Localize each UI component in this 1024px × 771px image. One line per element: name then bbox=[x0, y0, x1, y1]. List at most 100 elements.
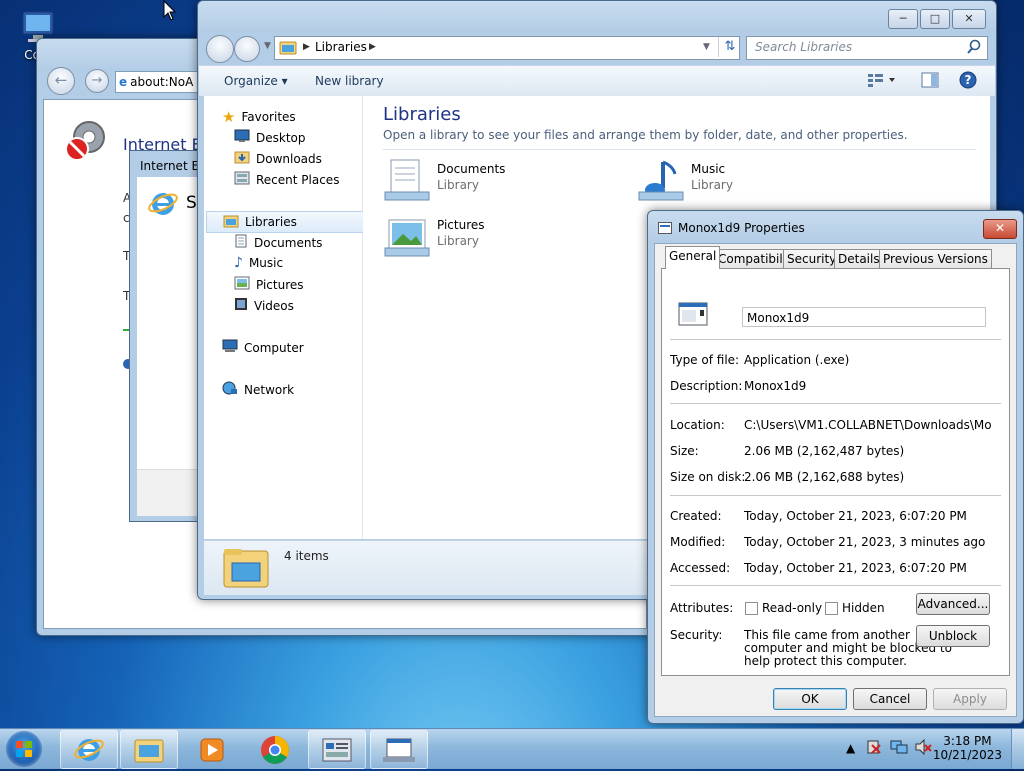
back-button[interactable] bbox=[206, 35, 234, 63]
recent-places-icon bbox=[234, 171, 250, 188]
size-value: 2.06 MB (2,162,487 bytes) bbox=[744, 444, 905, 458]
apply-button[interactable]: Apply bbox=[933, 688, 1007, 710]
cancel-button[interactable]: Cancel bbox=[853, 688, 927, 710]
taskbar-ie-button[interactable] bbox=[60, 730, 118, 769]
preview-pane-icon[interactable] bbox=[921, 72, 939, 91]
help-icon[interactable]: ? bbox=[959, 71, 977, 92]
nav-downloads[interactable]: Downloads bbox=[234, 150, 322, 167]
tab-details[interactable]: Details bbox=[834, 249, 884, 268]
breadcrumb-libraries[interactable]: Libraries bbox=[315, 40, 367, 54]
tab-security[interactable]: Security bbox=[783, 249, 841, 268]
breadcrumb-chevron-icon[interactable]: ▶ bbox=[303, 42, 310, 52]
nav-network[interactable]: Network bbox=[222, 381, 294, 398]
chrome-icon bbox=[261, 736, 289, 764]
location-value: C:\Users\VM1.COLLABNET\Downloads\Monoxid… bbox=[744, 418, 992, 432]
nav-libraries[interactable]: Libraries bbox=[206, 211, 374, 233]
maximize-button[interactable]: □ bbox=[920, 9, 950, 29]
taskbar-explorer-button[interactable] bbox=[120, 730, 178, 769]
content-subtitle: Open a library to see your files and arr… bbox=[383, 128, 908, 142]
address-bar[interactable]: ▶ Libraries ▶ ▼ bbox=[274, 36, 740, 60]
star-icon: ★ bbox=[222, 108, 236, 126]
general-tab-page: Monox1d9 Type of file: Application (.exe… bbox=[661, 268, 1010, 676]
unblock-button[interactable]: Unblock bbox=[916, 625, 990, 647]
search-icon[interactable] bbox=[967, 39, 981, 58]
security-text-line: help protect this computer. bbox=[744, 654, 907, 668]
start-button[interactable] bbox=[6, 731, 42, 767]
properties-dialog[interactable]: Monox1d9 Properties ✕ General Compatibil… bbox=[647, 210, 1024, 724]
show-desktop-button[interactable] bbox=[1011, 729, 1024, 769]
library-item-documents[interactable]: Documents Library bbox=[383, 158, 623, 206]
type-label: Type of file: bbox=[670, 353, 740, 367]
ie-small-icon: e bbox=[119, 75, 128, 89]
nav-music[interactable]: ♪ Music bbox=[234, 255, 283, 271]
show-hidden-icons-icon[interactable]: ▲ bbox=[846, 741, 855, 755]
refresh-icon[interactable]: ⇅ bbox=[718, 37, 741, 57]
nav-documents[interactable]: Documents bbox=[234, 234, 322, 251]
music-icon: ♪ bbox=[234, 255, 243, 271]
nav-label: Pictures bbox=[256, 277, 304, 292]
nav-recent-places[interactable]: Recent Places bbox=[234, 171, 339, 188]
libraries-icon bbox=[223, 214, 239, 231]
search-input[interactable]: Search Libraries bbox=[746, 36, 988, 60]
description-label: Description: bbox=[670, 379, 743, 393]
content-title: Libraries bbox=[383, 104, 461, 125]
ie-logo-icon bbox=[147, 187, 179, 222]
modified-value: Today, October 21, 2023, 3 minutes ago bbox=[744, 535, 986, 549]
hidden-checkbox[interactable] bbox=[825, 602, 838, 615]
libraries-large-icon bbox=[222, 545, 270, 592]
tab-general[interactable]: General bbox=[665, 246, 721, 269]
ie-forward-button[interactable]: → bbox=[85, 69, 109, 93]
library-type: Library bbox=[437, 234, 479, 248]
ie-address-bar[interactable]: e about:NoA bbox=[115, 71, 207, 93]
computer-icon bbox=[222, 339, 238, 356]
readonly-label[interactable]: Read-only bbox=[762, 601, 822, 615]
settings-blocked-icon bbox=[63, 117, 109, 166]
close-button[interactable]: ✕ bbox=[983, 219, 1017, 239]
nav-label: Recent Places bbox=[256, 172, 340, 187]
readonly-checkbox[interactable] bbox=[745, 602, 758, 615]
nav-computer[interactable]: Computer bbox=[222, 339, 304, 356]
taskbar-control-panel-button[interactable] bbox=[308, 730, 366, 769]
breadcrumb-chevron-icon[interactable]: ▶ bbox=[369, 42, 376, 52]
hidden-label[interactable]: Hidden bbox=[842, 601, 885, 615]
type-value: Application (.exe) bbox=[744, 353, 850, 367]
advanced-button[interactable]: Advanced... bbox=[916, 593, 990, 615]
nav-label: Libraries bbox=[245, 215, 297, 229]
taskbar-properties-button[interactable] bbox=[370, 730, 428, 769]
nav-videos[interactable]: Videos bbox=[234, 297, 294, 314]
volume-muted-icon[interactable] bbox=[914, 738, 932, 758]
nav-pictures[interactable]: Pictures bbox=[234, 276, 304, 293]
ie-address-text: about:NoA bbox=[130, 75, 194, 89]
accessed-label: Accessed: bbox=[670, 561, 731, 575]
security-text-line: This file came from another bbox=[744, 628, 910, 642]
library-item-music[interactable]: Music Library bbox=[637, 158, 877, 206]
nav-favorites[interactable]: ★ Favorites bbox=[222, 108, 296, 126]
new-library-button[interactable]: New library bbox=[315, 74, 384, 88]
clock[interactable]: 3:18 PM 10/21/2023 bbox=[933, 734, 1002, 762]
taskbar-chrome-button[interactable] bbox=[246, 730, 304, 769]
organize-button[interactable]: Organize ▾ bbox=[224, 74, 288, 88]
minimize-button[interactable]: ─ bbox=[888, 9, 918, 29]
libraries-folder-icon bbox=[279, 39, 297, 58]
network-status-icon[interactable] bbox=[890, 739, 908, 758]
ie-back-button[interactable]: ← bbox=[47, 67, 75, 95]
file-name-field[interactable]: Monox1d9 bbox=[742, 307, 986, 327]
recent-pages-chevron-icon[interactable]: ▼ bbox=[264, 41, 271, 51]
forward-button[interactable] bbox=[234, 36, 260, 62]
close-button[interactable]: ✕ bbox=[952, 9, 986, 29]
library-item-pictures[interactable]: Pictures Library bbox=[383, 214, 623, 262]
tab-previous-versions[interactable]: Previous Versions bbox=[879, 249, 992, 268]
taskbar-media-player-button[interactable] bbox=[182, 730, 240, 769]
nav-desktop[interactable]: Desktop bbox=[234, 129, 306, 146]
address-dropdown-icon[interactable]: ▼ bbox=[703, 42, 710, 52]
dialog-body: General Compatibility Security Details P… bbox=[654, 243, 1017, 717]
downloads-folder-icon bbox=[234, 150, 250, 167]
explorer-caption-buttons: ─ □ ✕ bbox=[888, 9, 986, 29]
documents-library-icon bbox=[383, 158, 431, 207]
content-divider bbox=[383, 149, 976, 150]
action-center-icon[interactable] bbox=[866, 739, 882, 758]
modified-label: Modified: bbox=[670, 535, 726, 549]
view-options-icon[interactable] bbox=[867, 72, 897, 91]
ok-button[interactable]: OK bbox=[773, 688, 847, 710]
library-type: Library bbox=[691, 178, 733, 192]
